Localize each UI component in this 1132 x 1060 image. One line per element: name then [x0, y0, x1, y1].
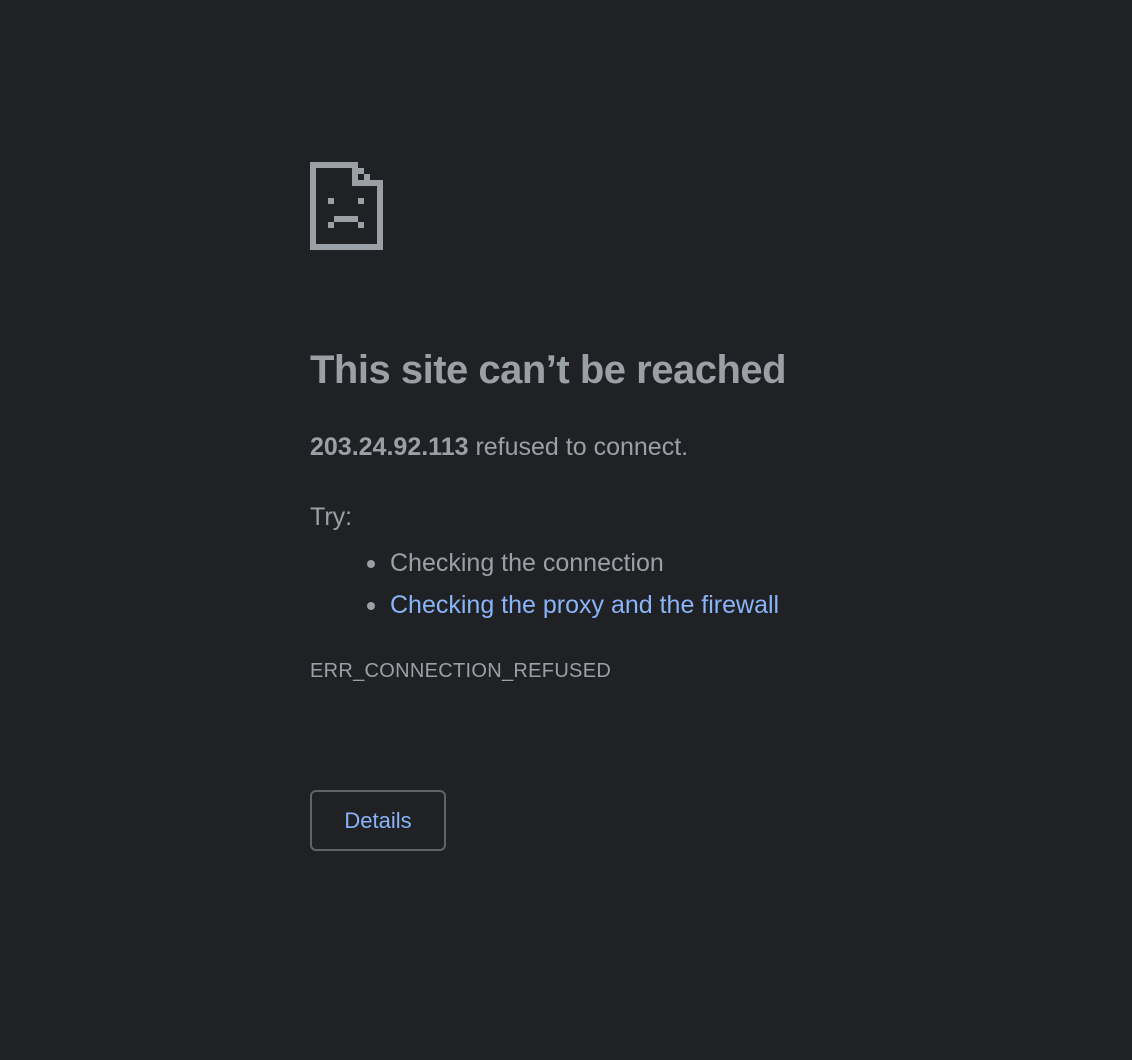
- list-item: Checking the connection: [367, 542, 1010, 584]
- error-code: ERR_CONNECTION_REFUSED: [310, 660, 612, 682]
- list-item: Checking the proxy and the firewall: [367, 584, 1010, 626]
- page-title: This site can’t be reached: [310, 348, 787, 392]
- details-button[interactable]: Details: [310, 790, 446, 851]
- sad-page-icon: [310, 162, 383, 250]
- try-label: Try:: [310, 503, 353, 531]
- suggestion-check-connection: Checking the connection: [390, 549, 664, 577]
- error-page-content: This site can’t be reached 203.24.92.113…: [310, 162, 1010, 851]
- error-summary: 203.24.92.113 refused to connect.: [310, 432, 1010, 462]
- summary-message: refused to connect.: [468, 433, 689, 461]
- suggestions-list: Checking the connection Checking the pro…: [310, 542, 1010, 626]
- proxy-firewall-link[interactable]: Checking the proxy and the firewall: [390, 591, 779, 619]
- host-address: 203.24.92.113: [310, 433, 469, 461]
